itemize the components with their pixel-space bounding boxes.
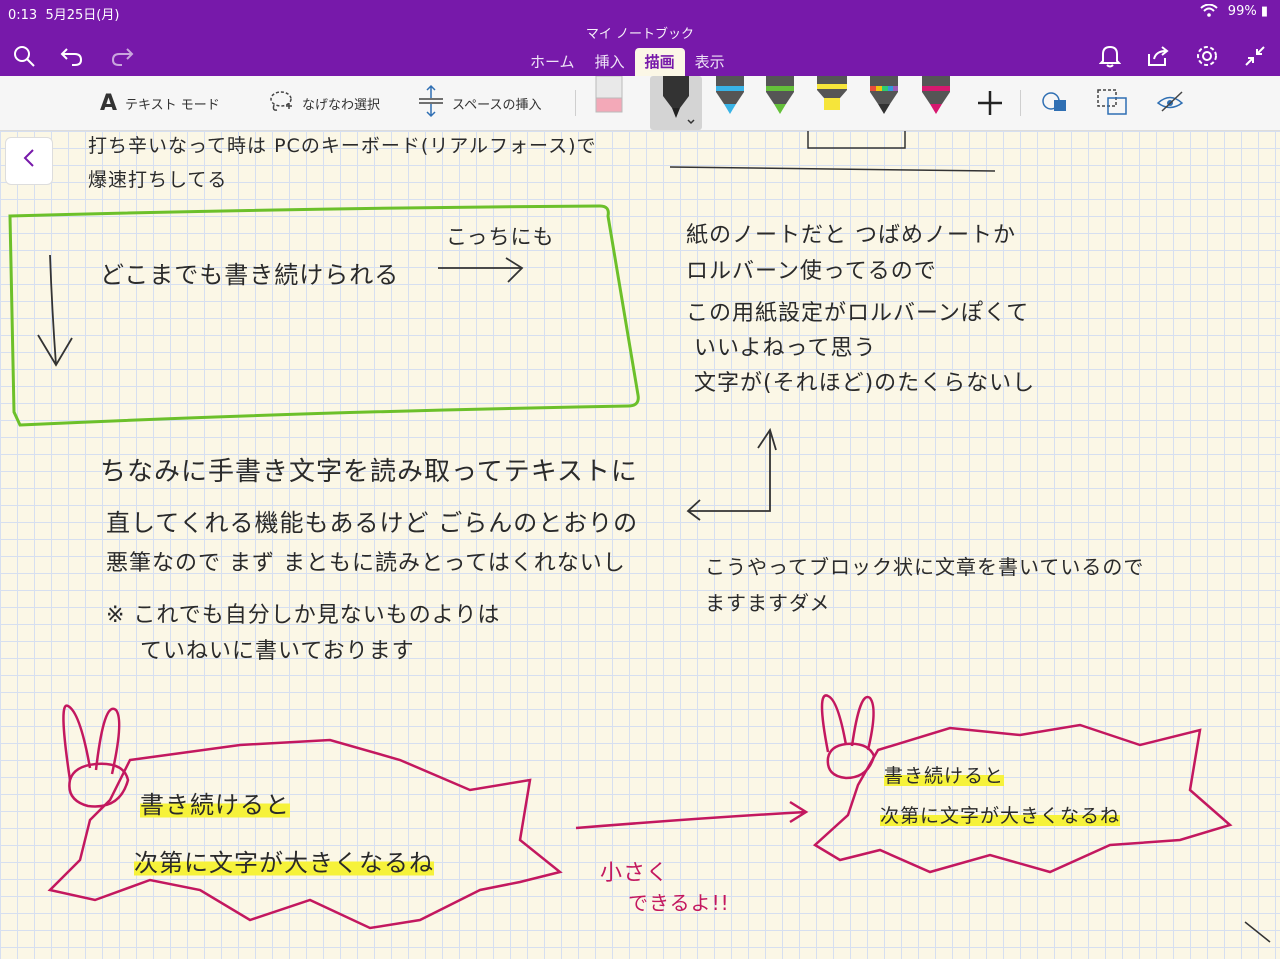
note-text: ますますダメ: [705, 591, 831, 615]
ink-view-icon[interactable]: [1152, 76, 1192, 130]
lasso-select-button[interactable]: なげなわ選択: [268, 76, 380, 130]
rainbow-pen-button[interactable]: [864, 76, 904, 130]
app-header: 0:13 5月25日(月) 99% ▮ マイ ノートブック ホーム 挿入 描画 …: [0, 0, 1280, 78]
note-text: 文字が(それほど)のたくらないし: [694, 371, 1036, 396]
note-text: 小さく: [600, 861, 670, 886]
note-text: 次第に文字が大きくなるね: [134, 849, 434, 877]
note-text: いいよねって思う: [694, 336, 877, 361]
note-text: できるよ!!: [628, 891, 730, 915]
note-canvas[interactable]: 打ち辛いなって時は PCのキーボード(リアルフォース)で 爆速打ちしてる どこま…: [0, 131, 1280, 959]
note-text: 書き続けると: [140, 791, 290, 819]
note-text: ちなみに手書き文字を読み取ってテキストに: [100, 457, 638, 487]
collapse-icon[interactable]: [1241, 44, 1269, 68]
tab-home[interactable]: ホーム: [520, 48, 585, 78]
bell-icon[interactable]: [1096, 44, 1124, 68]
tab-draw[interactable]: 描画: [634, 48, 685, 78]
note-text: この用紙設定がロルバーンぽくて: [686, 301, 1030, 326]
insert-space-button[interactable]: スペースの挿入: [418, 76, 541, 130]
note-text: どこまでも書き続けられる: [100, 261, 400, 289]
tab-view[interactable]: 表示: [685, 48, 735, 78]
text-mode-icon: A: [100, 90, 118, 116]
status-time: 0:13 5月25日(月): [8, 8, 120, 23]
tab-insert[interactable]: 挿入: [585, 48, 635, 78]
eraser-button[interactable]: [590, 75, 630, 130]
yellow-highlighter-button[interactable]: [812, 76, 852, 130]
notebook-title: マイ ノートブック: [585, 27, 695, 42]
insert-space-icon: [418, 84, 444, 122]
note-text: こうやってブロック状に文章を書いているので: [705, 555, 1145, 579]
add-pen-button[interactable]: [970, 76, 1010, 130]
black-pen-button[interactable]: [650, 76, 702, 130]
note-text: 紙のノートだと つばめノートか: [686, 223, 1016, 248]
note-text: こっちにも: [446, 225, 555, 249]
text-mode-button[interactable]: A テキスト モード: [100, 76, 220, 130]
shapes-icon[interactable]: [1036, 76, 1076, 130]
note-text: 次第に文字が大きくなるね: [880, 805, 1121, 827]
note-text: 打ち辛いなって時は PCのキーボード(リアルフォース)で: [88, 135, 597, 157]
note-text: ていねいに書いております: [140, 639, 415, 664]
battery-indicator: 99% ▮: [1227, 4, 1268, 19]
note-text: 書き続けると: [884, 765, 1005, 787]
gear-icon[interactable]: [1193, 44, 1221, 68]
undo-icon[interactable]: [58, 44, 86, 68]
blue-pen-button[interactable]: [710, 76, 750, 130]
note-text: ※ これでも自分しか見ないものよりは: [106, 603, 501, 628]
note-text: ロルバーン使ってるので: [686, 259, 937, 284]
lasso-icon: [268, 89, 294, 117]
green-pen-button[interactable]: [760, 76, 800, 130]
note-text: 悪筆なので まず まともに読みとってはくれないし: [106, 551, 626, 576]
note-text: 爆速打ちしてる: [88, 169, 228, 191]
chevron-left-icon: [22, 148, 36, 174]
note-text: 直してくれる機能もあるけど ごらんのとおりの: [106, 509, 639, 537]
share-icon[interactable]: [1144, 44, 1172, 68]
search-icon[interactable]: [10, 44, 38, 68]
ink-to-shape-icon[interactable]: [1092, 76, 1132, 130]
wifi-icon: [1200, 3, 1218, 20]
draw-ribbon: A テキスト モード なげなわ選択 スペースの挿入: [0, 75, 1280, 131]
pink-pen-button[interactable]: [916, 76, 956, 130]
redo-icon[interactable]: [108, 44, 136, 68]
back-button[interactable]: [5, 137, 53, 185]
